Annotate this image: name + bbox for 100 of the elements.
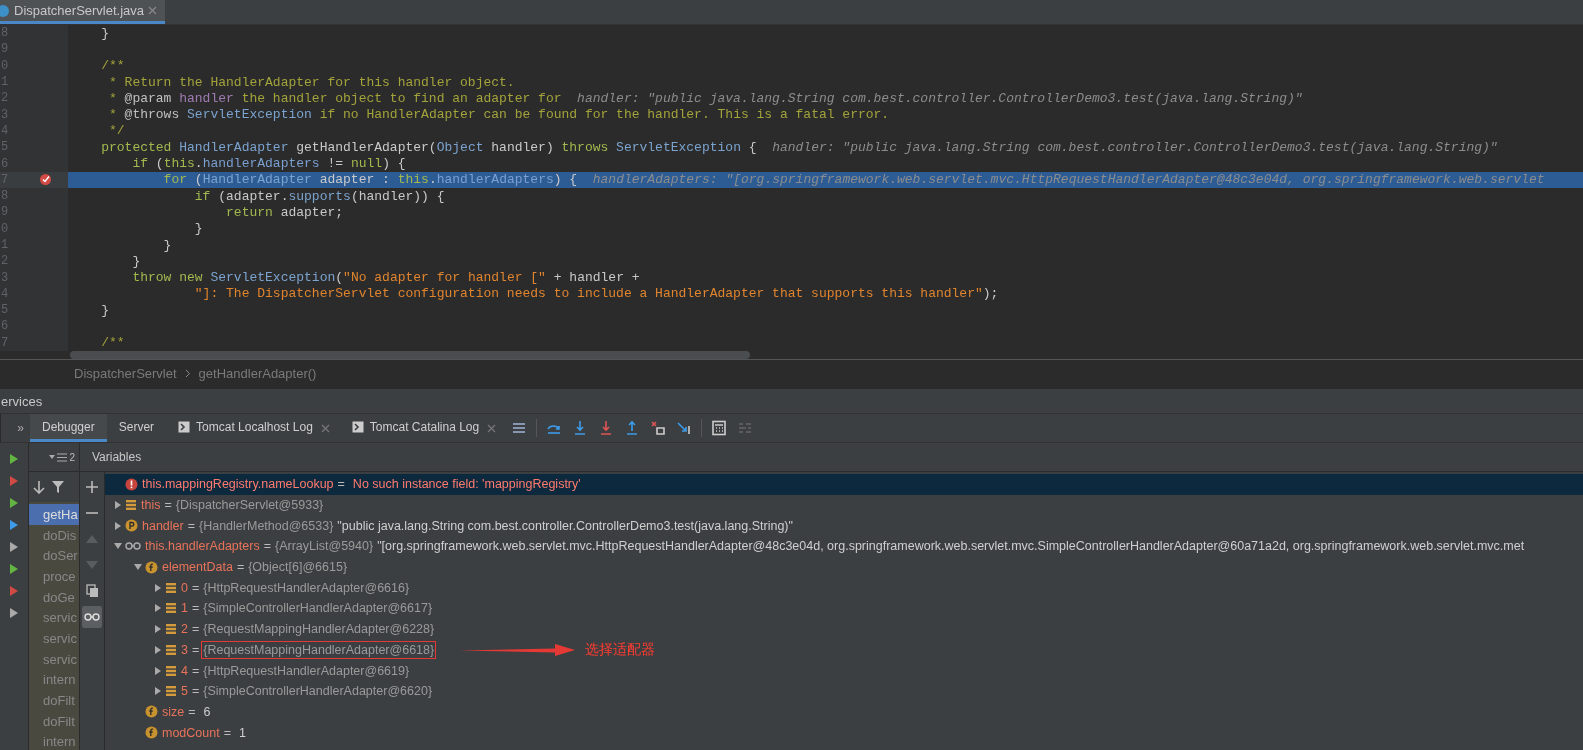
arrow-icon <box>459 643 576 656</box>
stack-frame[interactable]: getHa <box>29 504 79 525</box>
field-icon <box>145 726 158 740</box>
list-icon <box>165 623 177 636</box>
object-reference: {SimpleControllerHandlerAdapter@6620} <box>203 684 433 699</box>
equals-sign: = <box>191 684 200 699</box>
list-icon <box>165 602 177 615</box>
variable-row[interactable]: 1 = {SimpleControllerHandlerAdapter@6617} <box>105 598 1583 619</box>
variable-value: No such instance field: 'mappingRegistry' <box>352 477 581 492</box>
debug-tab[interactable]: Debugger <box>30 414 107 442</box>
variable-name: 0 <box>181 580 188 595</box>
breakpoint-icon[interactable] <box>39 173 52 187</box>
code-line: } <box>162 236 173 254</box>
tool-icon[interactable] <box>9 519 19 531</box>
object-reference: {SimpleControllerHandlerAdapter@6617} <box>203 601 433 616</box>
list-icon <box>57 452 68 462</box>
field-icon <box>145 705 158 719</box>
equals-sign: = <box>191 622 200 637</box>
debug-tab[interactable]: Tomcat Localhost Log <box>166 414 325 442</box>
expand-arrow-icon[interactable] <box>153 582 163 593</box>
list-icon <box>165 664 177 677</box>
tool-icon[interactable] <box>9 541 19 553</box>
equals-sign: = <box>337 477 345 492</box>
variable-row[interactable]: 5 = {SimpleControllerHandlerAdapter@6620} <box>105 680 1583 702</box>
object-reference: {ArrayList@5940} <box>274 539 374 554</box>
code-line: protected HandlerAdapter getHandlerAdapter(Object handler) throws ServletException { handler: "public java.lang.String com.best.controller.ControllerDemo3.test(java.lang.String)" <box>100 139 1499 156</box>
equals-sign: = <box>191 642 200 657</box>
equals-sign: = <box>191 601 200 616</box>
variable-row[interactable]: 2 = {RequestMappingHandlerAdapter@6228} <box>105 618 1583 640</box>
expand-arrow-icon[interactable] <box>153 644 163 655</box>
tool-icon[interactable] <box>9 475 19 487</box>
expand-arrow-icon[interactable] <box>113 500 123 511</box>
variable-value: 1 <box>239 725 246 740</box>
glasses-icon <box>125 541 141 552</box>
parameter-icon <box>125 519 138 533</box>
scrollbar[interactable] <box>70 350 750 359</box>
expand-arrow-icon[interactable] <box>153 665 163 676</box>
down-arrow-icon[interactable] <box>33 480 45 494</box>
object-reference: {HttpRequestHandlerAdapter@6619} <box>203 663 410 678</box>
variable-row[interactable]: this.mappingRegistry.nameLookup = No such instance field: 'mappingRegistry' <box>105 474 1583 495</box>
variable-name: 3 <box>181 642 188 657</box>
breadcrumb-item[interactable]: getHandlerAdapter() <box>198 365 317 381</box>
code-line: } <box>100 302 110 319</box>
code-line: * @param handler the handler object to find an adapter for handler: "public java.lang.String com.best.controller.ControllerDemo3.test(java.lang.String)" <box>108 90 1304 107</box>
equals-sign: = <box>164 498 172 513</box>
expand-arrow-icon[interactable] <box>153 624 163 635</box>
equals-sign: = <box>188 704 196 719</box>
variable-row[interactable]: 4 = {HttpRequestHandlerAdapter@6619} <box>105 660 1583 681</box>
code-line: /** <box>100 57 126 74</box>
dropdown-arrow-icon <box>49 455 56 459</box>
variable-row[interactable]: this = {DispatcherServlet@5933} <box>105 494 1583 516</box>
console-icon <box>351 420 364 433</box>
object-reference: {HttpRequestHandlerAdapter@6616} <box>203 580 410 595</box>
variable-name: 1 <box>181 601 188 616</box>
variable-name: handler <box>142 518 184 533</box>
equals-sign: = <box>223 725 231 740</box>
tool-icon[interactable] <box>9 585 19 597</box>
close-icon[interactable] <box>487 423 497 433</box>
breadcrumb-item[interactable]: DispatcherServlet <box>74 365 177 381</box>
list-icon <box>165 581 177 594</box>
variable-row[interactable]: modCount = 1 <box>105 722 1583 743</box>
tool-icon[interactable] <box>9 497 19 509</box>
thread-selector[interactable]: 2 <box>29 443 79 472</box>
editor-tab[interactable]: DispatcherServlet.java <box>0 0 166 24</box>
code-line: /** <box>100 334 126 351</box>
expand-arrow-icon[interactable] <box>153 603 163 614</box>
code-line: } <box>131 253 142 270</box>
variable-name: modCount <box>162 725 220 740</box>
tool-icon[interactable] <box>9 563 19 575</box>
expand-arrow-icon[interactable] <box>153 686 163 697</box>
chevron-icon <box>184 368 191 378</box>
equals-sign: = <box>187 518 195 533</box>
object-reference: {Object[6]@6615} <box>248 560 348 575</box>
variable-name: 5 <box>181 684 188 699</box>
object-reference: {HandlerMethod@6533} <box>199 518 334 533</box>
field-icon <box>145 560 158 574</box>
code-line: * @throws ServletException if no HandlerAdapter can be found for the handler. This is a fatal error. <box>108 106 891 123</box>
variable-row[interactable]: 0 = {HttpRequestHandlerAdapter@6616} <box>105 577 1583 599</box>
java-file-icon <box>0 3 10 18</box>
code-line: */ <box>108 122 126 140</box>
variable-value: "[org.springframework.web.servlet.mvc.HttpRequestHandlerAdapter@48c3e04d, org.springframework.web.servlet.mvc.SimpleControllerHandlerAdapter@60a71a2d, org.springframework.web.servlet.mvc.met <box>377 539 1525 554</box>
tool-icon[interactable] <box>9 607 19 619</box>
code-line: } <box>193 220 204 237</box>
variable-row[interactable]: handler = {HandlerMethod@6533} "public java.lang.String com.best.controller.ControllerDemo3.test(java.lang.String)" <box>105 515 1583 537</box>
variable-name: this <box>141 498 161 513</box>
debug-tab[interactable]: Server <box>106 414 167 442</box>
variable-row[interactable]: 3 = {RequestMappingHandlerAdapter@6618} 选择适配器 <box>105 639 1583 661</box>
error-icon <box>125 477 138 491</box>
variable-value: 6 <box>203 704 211 719</box>
glasses-icon[interactable] <box>82 606 102 628</box>
variable-row[interactable]: elementData = {Object[6]@6615} <box>105 556 1583 578</box>
code-line: if (this.handlerAdapters != null) { <box>131 155 407 172</box>
variable-row[interactable]: size = 6 <box>105 701 1583 723</box>
filter-icon[interactable] <box>51 480 65 494</box>
console-icon <box>178 420 191 433</box>
list-icon <box>125 499 137 512</box>
tool-icon[interactable] <box>9 453 19 465</box>
expand-arrow-icon[interactable] <box>113 520 123 531</box>
debug-tab[interactable]: Tomcat Catalina Log <box>339 414 492 442</box>
close-icon[interactable] <box>320 423 330 433</box>
